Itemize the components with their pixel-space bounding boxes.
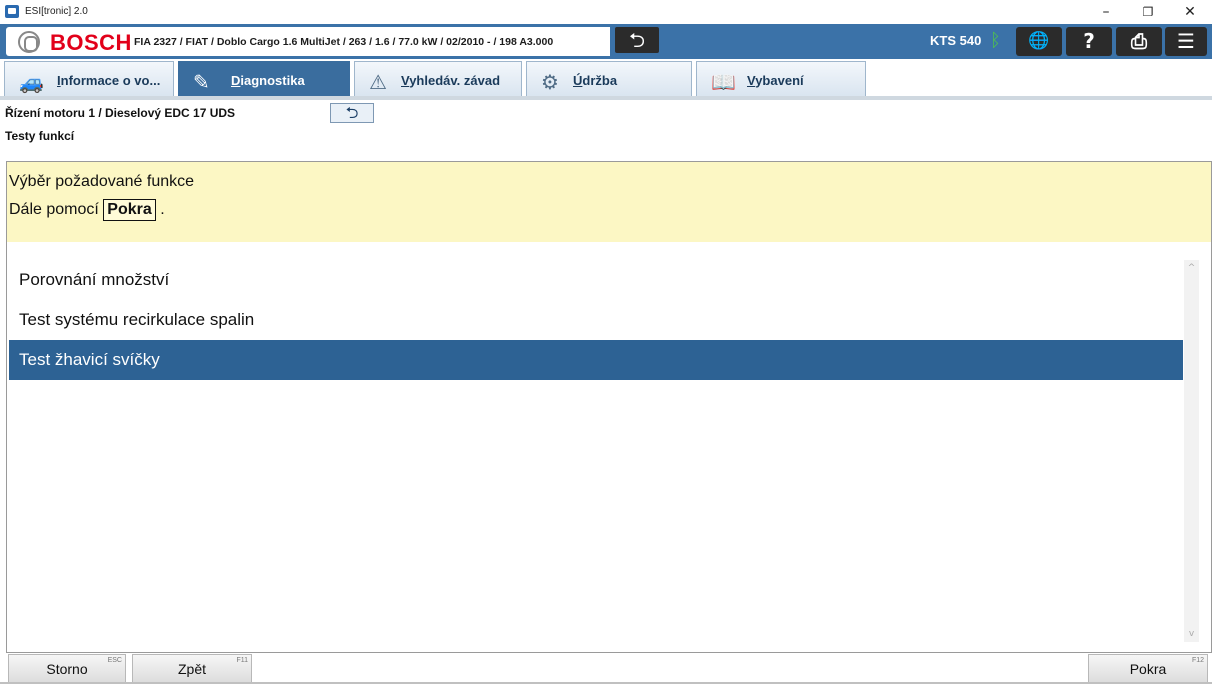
list-item[interactable]: Test systému recirkulace spalin bbox=[9, 300, 1183, 340]
function-panel: Výběr požadované funkce Dále pomocí Pokr… bbox=[6, 161, 1212, 653]
tab-label: Údržba bbox=[573, 73, 618, 88]
tab-fault-search[interactable]: ⚠ Vyhledáv. závad bbox=[354, 61, 522, 99]
app-icon bbox=[5, 5, 19, 18]
cancel-shortcut: ESC bbox=[107, 657, 122, 664]
back-arrow-icon: ⮌ bbox=[628, 28, 646, 52]
scroll-down-icon[interactable]: v bbox=[1184, 626, 1199, 642]
tab-equipment[interactable]: 📖 Vybavení bbox=[696, 61, 866, 99]
network-error-icon: 🌐 bbox=[1028, 31, 1050, 51]
breadcrumb-back-button[interactable]: ⮌ bbox=[330, 103, 374, 123]
cancel-label: Storno bbox=[46, 661, 88, 677]
restore-button[interactable]: ❐ bbox=[1128, 0, 1168, 24]
instruction-suffix: . bbox=[160, 201, 165, 218]
continue-key-hint: Pokra bbox=[103, 199, 156, 221]
tab-diagnostics[interactable]: ✎ Diagnostika bbox=[178, 61, 350, 99]
breadcrumb: Řízení motoru 1 / Dieselový EDC 17 UDS bbox=[5, 106, 236, 120]
minimize-button[interactable]: – bbox=[1086, 0, 1126, 24]
window-titlebar: ESI[tronic] 2.0 – ❐ ✕ bbox=[0, 0, 1212, 24]
maintenance-icon: ⚙ bbox=[541, 70, 559, 94]
list-item-selected[interactable]: Test žhavicí svíčky bbox=[9, 340, 1183, 380]
bosch-logo-icon bbox=[18, 31, 40, 53]
cancel-button[interactable]: Storno ESC bbox=[8, 654, 126, 683]
continue-label: Pokra bbox=[1129, 661, 1167, 677]
app-header: BOSCH FIA 2327 / FIAT / Doblo Cargo 1.6 … bbox=[0, 24, 1212, 59]
menu-icon: ☰ bbox=[1177, 29, 1195, 53]
tab-bar: 🚙 Informace o vo... ✎ Diagnostika ⚠ Vyhl… bbox=[0, 59, 1212, 99]
tab-vehicle-info[interactable]: 🚙 Informace o vo... bbox=[4, 61, 174, 99]
vehicle-bar: BOSCH FIA 2327 / FIAT / Doblo Cargo 1.6 … bbox=[6, 27, 610, 56]
instruction-hint: Dále pomocí Pokra . bbox=[9, 199, 165, 221]
vehicle-info: FIA 2327 / FIAT / Doblo Cargo 1.6 MultiJ… bbox=[134, 36, 554, 48]
print-button[interactable]: ⎙ bbox=[1116, 27, 1162, 56]
vehicle-back-button[interactable]: ⮌ bbox=[615, 27, 659, 53]
network-button[interactable]: 🌐 bbox=[1016, 27, 1062, 56]
continue-shortcut: F12 bbox=[1191, 657, 1204, 664]
tab-label: Vyhledáv. závad bbox=[401, 73, 501, 88]
device-label: KTS 540 bbox=[930, 33, 982, 48]
scroll-up-icon[interactable]: ^ bbox=[1184, 260, 1199, 276]
window-title: ESI[tronic] 2.0 bbox=[25, 6, 88, 17]
list-scrollbar[interactable]: ^ v bbox=[1184, 260, 1199, 642]
tab-label: Diagnostika bbox=[231, 73, 305, 88]
print-icon: ⎙ bbox=[1131, 29, 1147, 53]
instruction-text: Výběr požadované funkce bbox=[9, 173, 195, 190]
diagnostic-plug-icon: ✎ bbox=[193, 70, 210, 94]
tab-label: Informace o vo... bbox=[57, 73, 161, 88]
car-info-icon: 🚙 bbox=[19, 70, 44, 94]
bluetooth-icon: ᛒ bbox=[990, 30, 1001, 51]
instruction-prefix: Dále pomocí bbox=[9, 201, 99, 218]
close-button[interactable]: ✕ bbox=[1170, 0, 1210, 24]
tab-maintenance[interactable]: ⚙ Údržba bbox=[526, 61, 692, 99]
list-item[interactable]: Porovnání množství bbox=[9, 260, 1183, 300]
page-title: Testy funkcí bbox=[5, 129, 75, 143]
continue-button[interactable]: Pokra F12 bbox=[1088, 654, 1208, 683]
tab-label: Vybavení bbox=[747, 73, 804, 88]
footer-bar: Storno ESC Zpět F11 Pokra F12 bbox=[0, 653, 1212, 684]
back-arrow-icon: ⮌ bbox=[345, 103, 359, 122]
menu-button[interactable]: ☰ bbox=[1165, 27, 1207, 56]
fault-search-icon: ⚠ bbox=[369, 70, 387, 94]
bosch-logo-text: BOSCH bbox=[50, 30, 132, 55]
book-icon: 📖 bbox=[711, 70, 736, 94]
help-button[interactable]: ? bbox=[1066, 27, 1112, 56]
tab-bar-divider bbox=[0, 96, 1212, 100]
instruction-box: Výběr požadované funkce Dále pomocí Pokr… bbox=[7, 162, 1211, 242]
function-list: Porovnání množství Test systému recirkul… bbox=[9, 260, 1183, 380]
back-button[interactable]: Zpět F11 bbox=[132, 654, 252, 683]
back-shortcut: F11 bbox=[236, 657, 248, 664]
help-icon: ? bbox=[1083, 29, 1095, 53]
back-label: Zpět bbox=[177, 661, 206, 677]
